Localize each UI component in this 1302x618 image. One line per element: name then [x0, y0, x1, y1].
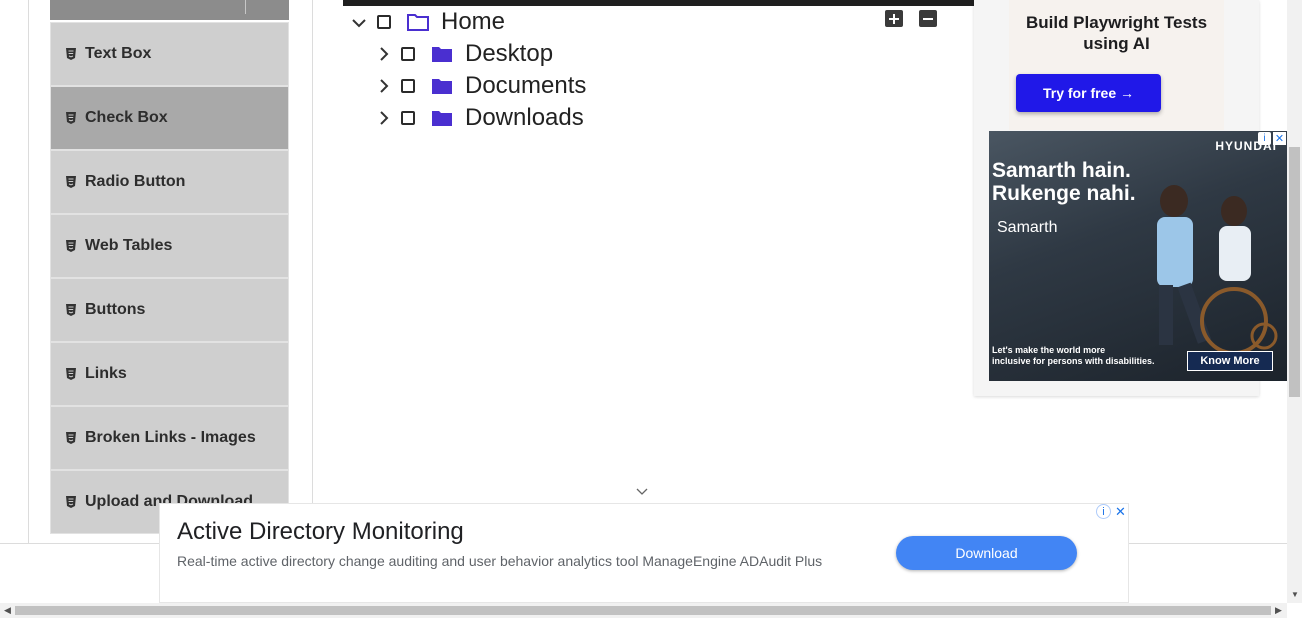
tree-node-label[interactable]: Documents [465, 72, 586, 100]
chevron-right-icon[interactable] [371, 106, 395, 130]
chevron-right-icon[interactable] [371, 74, 395, 98]
minus-square-icon [923, 17, 933, 20]
people-illustration [1157, 185, 1278, 355]
sidebar-item-label: Broken Links - Images [85, 429, 256, 446]
tree-checkbox[interactable] [401, 47, 415, 61]
sidebar-item-label: Check Box [85, 109, 168, 126]
tree-checkbox[interactable] [401, 111, 415, 125]
hyundai-subtext: Let's make the world more inclusive for … [992, 345, 1155, 367]
sidebar-item[interactable]: Web Tables [50, 214, 289, 278]
bottom-ad-title[interactable]: Active Directory Monitoring [177, 518, 464, 546]
html5-icon [65, 495, 77, 509]
sidebar-item-label: Text Box [85, 45, 152, 62]
expand-all-button[interactable] [885, 10, 903, 27]
tree-node: Downloads [371, 102, 584, 134]
horizontal-scrollbar-thumb[interactable] [15, 606, 1271, 615]
headline-line-2: Rukenge nahi. [992, 182, 1136, 205]
folder-icon [431, 77, 453, 95]
try-for-free-button[interactable]: Try for free → [1016, 74, 1161, 112]
subtext-line-2: inclusive for persons with disabilities. [992, 356, 1155, 366]
playwright-ad[interactable]: Build Playwright Tests using AI Try for … [1009, 0, 1224, 130]
samarth-logo: Samarth [997, 219, 1058, 236]
html5-icon [65, 47, 77, 61]
tree-node: Home [347, 6, 505, 38]
vertical-scrollbar[interactable]: ▼ [1287, 0, 1302, 603]
sidebar-item-label: Web Tables [85, 237, 173, 254]
tree-node-label[interactable]: Desktop [465, 40, 553, 68]
tree-node-label[interactable]: Home [441, 8, 505, 36]
sidebar-item[interactable]: Broken Links - Images [50, 406, 289, 470]
ad-close-icon[interactable]: ✕ [1113, 504, 1128, 519]
html5-icon [65, 111, 77, 125]
subtext-line-1: Let's make the world more [992, 345, 1106, 355]
sidebar-item[interactable]: Buttons [50, 278, 289, 342]
folder-icon [431, 109, 453, 127]
hyundai-ad[interactable]: i ✕ HYUNDAI Samarth hain. Rukenge nahi. … [989, 131, 1287, 381]
vertical-scrollbar-thumb[interactable] [1289, 147, 1300, 397]
folder-icon [431, 45, 453, 63]
left-gutter [0, 0, 29, 543]
tree-checkbox[interactable] [377, 15, 391, 29]
sidebar-item[interactable]: Check Box [50, 86, 289, 150]
tree-node: Documents [371, 70, 586, 102]
playwright-ad-title: Build Playwright Tests using AI [1025, 13, 1208, 53]
html5-icon [65, 367, 77, 381]
html5-icon [65, 431, 77, 445]
sidebar-group-header[interactable] [50, 0, 289, 22]
plus-square-icon [889, 13, 899, 24]
html5-icon [65, 239, 77, 253]
collapse-all-button[interactable] [919, 10, 937, 27]
know-more-button[interactable]: Know More [1187, 351, 1273, 371]
header-separator [245, 0, 246, 14]
hyundai-headline: Samarth hain. Rukenge nahi. [992, 159, 1136, 205]
sidebar-divider [312, 0, 313, 503]
hyundai-logo: HYUNDAI [1215, 139, 1277, 153]
download-button[interactable]: Download [896, 536, 1077, 570]
sidebar-item[interactable]: Links [50, 342, 289, 406]
horizontal-scrollbar[interactable]: ◀ ▶ [0, 603, 1287, 618]
bottom-ad-description: Real-time active directory change auditi… [177, 553, 823, 569]
html5-icon [65, 303, 77, 317]
sidebar-item-label: Buttons [85, 301, 146, 318]
chevron-down-icon[interactable] [347, 10, 371, 34]
ad-info-icon[interactable]: i [1096, 504, 1111, 519]
sidebar-menu: Text Box Check Box Radio Button Web Tables B… [50, 0, 289, 543]
chevron-down-icon [636, 488, 648, 495]
bottom-ad-banner[interactable]: i ✕ Active Directory Monitoring Real-tim… [159, 503, 1129, 603]
chevron-right-icon[interactable] [371, 42, 395, 66]
html5-icon [65, 175, 77, 189]
tree-node: Desktop [371, 38, 553, 70]
sidebar-menu-list: Text Box Check Box Radio Button Web Tables B… [50, 22, 289, 534]
headline-line-1: Samarth hain. [992, 159, 1131, 182]
scroll-down-arrow-icon[interactable]: ▼ [1291, 590, 1299, 599]
sidebar-item-label: Radio Button [85, 173, 186, 190]
tree-node-label[interactable]: Downloads [465, 104, 584, 132]
scroll-right-arrow-icon[interactable]: ▶ [1275, 605, 1282, 616]
sidebar-item-label: Links [85, 365, 127, 382]
tree-checkbox[interactable] [401, 79, 415, 93]
folder-open-icon [407, 13, 429, 31]
right-ad-panel: Build Playwright Tests using AI Try for … [974, 0, 1287, 396]
sidebar-item[interactable]: Radio Button [50, 150, 289, 214]
scroll-left-arrow-icon[interactable]: ◀ [4, 605, 11, 616]
sidebar-item[interactable]: Text Box [50, 22, 289, 86]
